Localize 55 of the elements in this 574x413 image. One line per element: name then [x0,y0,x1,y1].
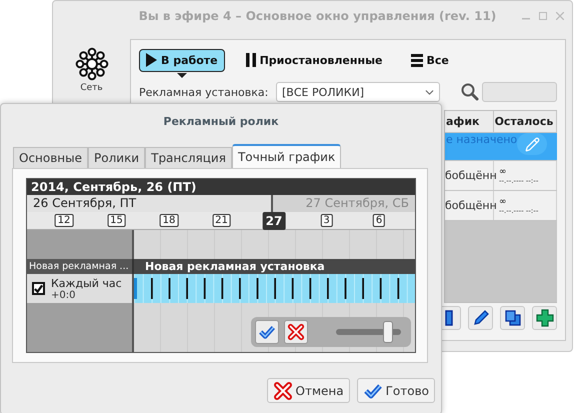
search-icon[interactable] [460,82,480,102]
hour-mark[interactable]: 12 [54,214,74,227]
column-header: Осталось [494,111,557,132]
hour-mark[interactable]: 3 [320,214,333,227]
tab[interactable]: Основные [13,147,88,168]
tab[interactable]: Ролики [88,147,146,168]
done-button[interactable]: Готово [356,378,435,403]
cross-icon [287,322,305,341]
window-title: Вы в эфире 4 – Основное окно управления (rev. 11) [138,9,498,23]
item-name: Каждый час [51,276,122,290]
tab[interactable]: Точный график [232,144,342,168]
date-label: 27 Сентября, СБ [273,194,415,212]
toolbar-button[interactable] [532,306,557,330]
table-cell: бобщённ [445,191,494,220]
dialog-title: Рекламный ролик [162,114,280,130]
setup-dropdown[interactable]: [ВСЕ РОЛИКИ] [276,82,440,102]
pointer-icon [176,72,187,78]
hour-mark[interactable]: 21 [212,214,231,227]
hour-mark[interactable]: 15 [107,214,126,227]
zoom-slider[interactable] [336,320,401,343]
pause-icon [246,53,256,67]
filter-tab[interactable]: В работе [139,48,225,72]
cross-icon [272,380,293,400]
column-header: афик [445,111,494,132]
cancel-button[interactable]: Отмена [266,378,350,403]
hour-mark[interactable]: 27 [262,212,286,230]
hour-mark[interactable]: 6 [372,214,386,227]
pencil-icon [472,309,490,327]
table-cell: бобщённ [445,161,494,190]
group-label: Новая рекламная ... [27,259,134,274]
plus-icon [536,309,554,327]
remove-button[interactable] [284,320,308,344]
item-offset: +0:0 [51,290,76,301]
play-icon [146,53,157,67]
setup-label: Рекламная установка: [139,86,270,98]
sidebar-item[interactable]: Сеть [72,45,110,95]
toolbar-button[interactable] [500,306,525,330]
slider-thumb[interactable] [383,320,393,343]
list-icon [410,54,423,66]
filter-tab[interactable]: Приостановленные [238,48,390,72]
network-icon [74,47,108,81]
search-field[interactable] [482,82,557,102]
check-icon [34,284,43,294]
checkbox[interactable] [32,282,45,296]
copy-icon [504,309,522,327]
day-title: 2014, Сентябрь, 26 (ПТ) [27,179,415,195]
pencil-icon [524,136,540,152]
tab[interactable]: Трансляция [145,147,232,168]
filter-tab[interactable]: Все [404,48,456,72]
group-title: Новая рекламная установка [144,259,325,274]
hour-mark[interactable]: 18 [160,214,178,227]
apply-button[interactable] [255,320,279,344]
date-label: 26 Сентября, ПТ [27,194,273,212]
edit-button[interactable] [517,133,547,155]
toolbar-button[interactable] [468,306,493,330]
